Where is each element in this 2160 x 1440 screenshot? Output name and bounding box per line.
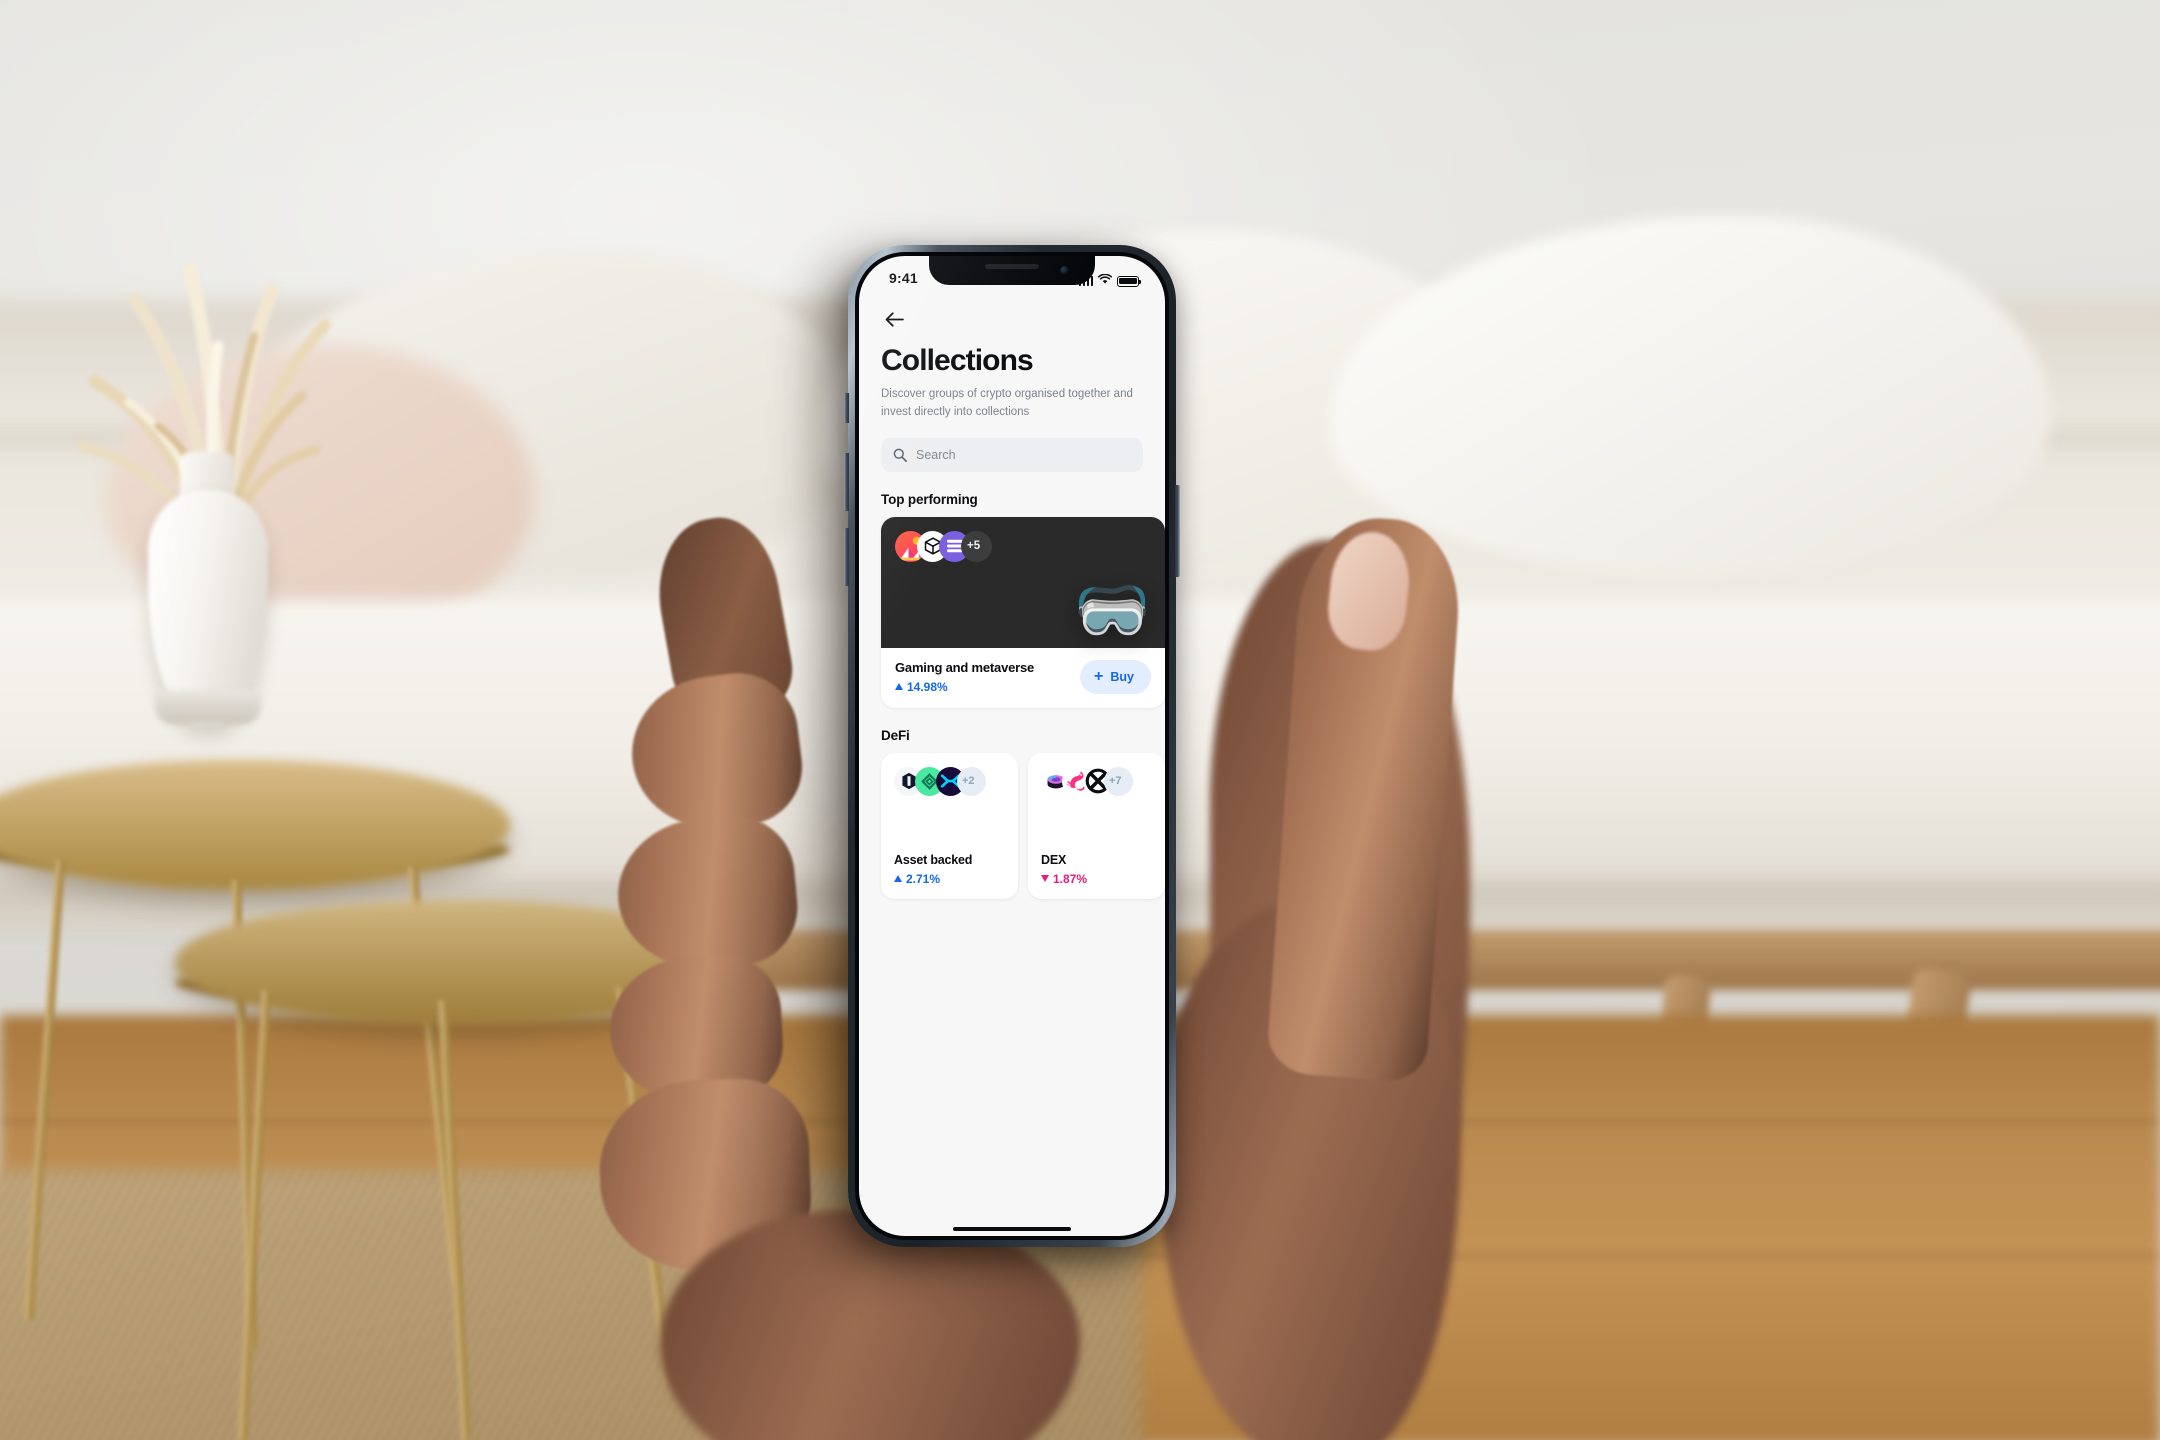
page-subtitle: Discover groups of crypto organised toge… — [881, 388, 1133, 418]
arrow-down-icon — [1041, 875, 1049, 883]
token-avatar-stack: +5 — [895, 530, 992, 562]
token-overflow-count: +2 — [957, 766, 986, 796]
collection-card-asset-backed[interactable]: +2 Asset backed 2.71% — [881, 752, 1018, 899]
buy-button[interactable]: + Buy — [1080, 659, 1151, 694]
phone-bezel: 9:41 Collections Discover groups of cryp… — [855, 252, 1169, 1240]
token-avatar-stack: +2 — [894, 766, 1005, 796]
search-icon — [893, 448, 907, 462]
iphone-device: 9:41 Collections Discover groups of cryp… — [844, 245, 1180, 1247]
collection-card-gaming-metaverse[interactable]: +5 🥽 Gaming and metaverse 14.98% + Buy — [881, 516, 1165, 708]
collection-name: Gaming and metaverse — [895, 659, 1035, 675]
card-info: DEX 1.87% — [1041, 853, 1152, 886]
section-title-defi: DeFi — [881, 727, 910, 743]
card-info: Gaming and metaverse 14.98% — [895, 660, 1034, 694]
arrow-up-icon — [894, 875, 902, 883]
collection-card-dex[interactable]: +7 DEX 1.87% — [1028, 752, 1165, 899]
earpiece-speaker — [985, 264, 1039, 269]
volume-down-button[interactable] — [844, 528, 849, 586]
notch — [929, 256, 1095, 285]
arrow-up-icon — [895, 683, 903, 691]
collections-screen: Collections Discover groups of crypto or… — [859, 306, 1165, 1236]
plus-icon: + — [1094, 667, 1104, 685]
change-percent: 2.71% — [894, 872, 1005, 886]
change-value: 2.71% — [906, 871, 941, 886]
top-performing-carousel[interactable]: +5 🥽 Gaming and metaverse 14.98% + Buy — [859, 516, 1165, 708]
card-info: Asset backed 2.71% — [894, 853, 1005, 886]
arrow-left-icon — [885, 311, 904, 327]
card-footer: Gaming and metaverse 14.98% + Buy — [881, 648, 1165, 708]
wifi-icon — [1097, 272, 1113, 290]
collection-name: Asset backed — [894, 852, 973, 867]
section-title-top-performing: Top performing — [881, 491, 978, 507]
status-clock: 9:41 — [889, 270, 918, 286]
volume-up-button[interactable] — [844, 453, 849, 511]
battery-icon — [1117, 275, 1142, 287]
change-value: 1.87% — [1053, 871, 1088, 886]
token-avatar-stack: +7 — [1041, 766, 1152, 796]
change-percent: 14.98% — [895, 680, 1034, 694]
search-input[interactable]: Search — [881, 437, 1143, 472]
token-overflow-count: +5 — [961, 530, 992, 562]
collection-name: DEX — [1041, 852, 1067, 867]
back-button[interactable] — [881, 306, 907, 332]
vr-goggles-icon: 🥽 — [1073, 575, 1151, 645]
change-value: 14.98% — [907, 679, 948, 694]
front-camera-icon — [1060, 266, 1069, 275]
silence-switch[interactable] — [844, 393, 849, 423]
buy-label: Buy — [1110, 669, 1134, 684]
card-media: +5 🥽 — [881, 516, 1165, 648]
home-indicator[interactable] — [953, 1226, 1071, 1231]
change-percent: 1.87% — [1041, 872, 1152, 886]
defi-card-row[interactable]: +2 Asset backed 2.71% +7 DEX 1.87% — [859, 752, 1165, 899]
phone-screen: 9:41 Collections Discover groups of cryp… — [859, 256, 1165, 1236]
power-button[interactable] — [1175, 485, 1180, 577]
page-title: Collections — [881, 344, 1034, 377]
token-overflow-count: +7 — [1104, 766, 1133, 796]
search-placeholder: Search — [916, 447, 956, 462]
vase-base — [155, 690, 261, 724]
